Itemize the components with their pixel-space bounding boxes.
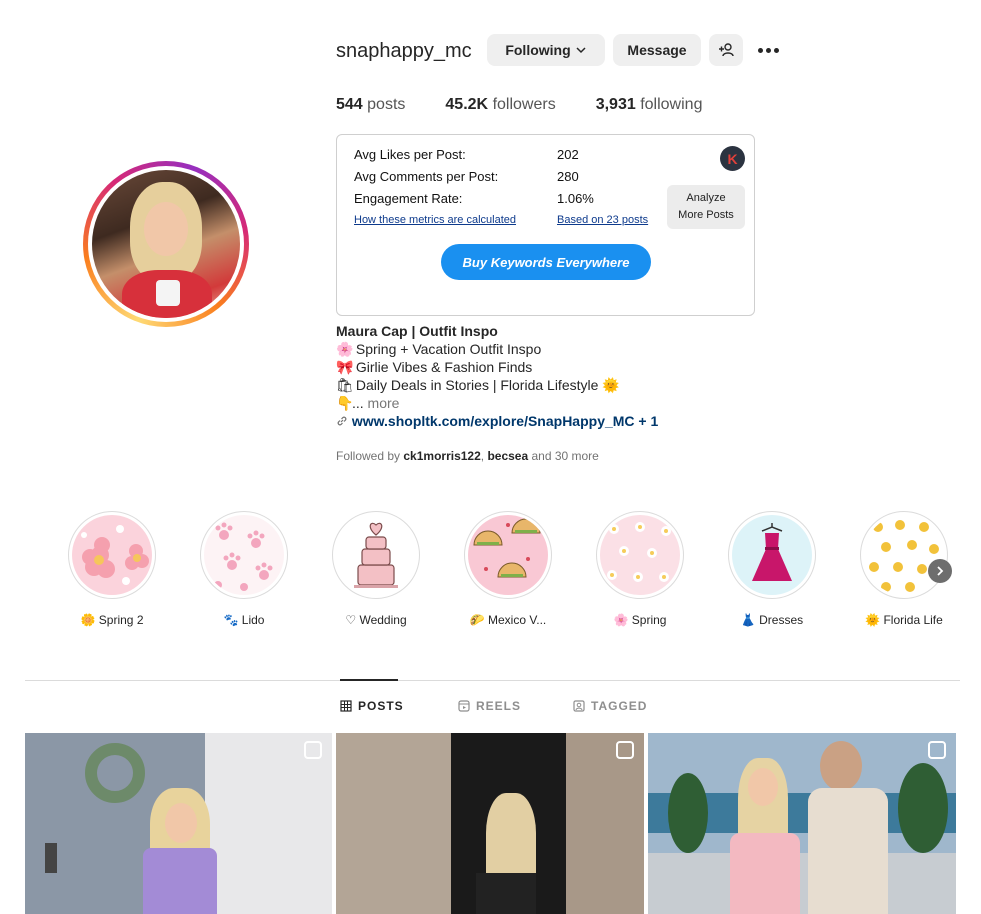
highlight-cover xyxy=(336,515,416,595)
blossom-icon: 🌸 xyxy=(336,341,354,357)
highlights-next-chevron-icon[interactable] xyxy=(928,559,952,583)
sun-icon: 🌞 xyxy=(602,377,620,393)
followers-stat[interactable]: 45.2K followers xyxy=(445,96,555,114)
post-thumbnail[interactable] xyxy=(336,733,644,914)
highlight-mexico[interactable]: 🌮 Mexico V... xyxy=(464,511,552,627)
bio-line-4: 👇... more xyxy=(336,395,400,411)
highlight-label: 🌸 Spring xyxy=(613,613,667,627)
profile-avatar-ring[interactable] xyxy=(83,161,249,327)
following-stat[interactable]: 3,931 following xyxy=(596,96,703,114)
tab-posts[interactable]: POSTS xyxy=(340,699,404,713)
followed-by-text[interactable]: Followed by ck1morris122, becsea and 30 … xyxy=(336,449,599,463)
bio-line-1: 🌸 Spring + Vacation Outfit Inspo xyxy=(336,341,542,357)
avg-comments-value: 280 xyxy=(557,169,579,184)
highlight-lido[interactable]: 🐾 Lido xyxy=(200,511,288,627)
highlight-spring[interactable]: 🌸 Spring xyxy=(596,511,684,627)
highlight-label: 🌞 Florida Life xyxy=(865,613,943,627)
dress-icon: 👗 xyxy=(740,613,756,627)
highlight-label: 🌼 Spring 2 xyxy=(80,613,144,627)
engagement-value: 1.06% xyxy=(557,191,594,206)
add-user-icon xyxy=(719,43,734,57)
avatar-border xyxy=(88,166,244,322)
blossom-icon: 🌸 xyxy=(613,613,629,627)
more-options-icon[interactable] xyxy=(756,38,780,62)
highlight-cover xyxy=(732,515,812,595)
highlight-label: ♡ Wedding xyxy=(345,613,407,627)
posts-stat[interactable]: 544 posts xyxy=(336,96,405,114)
tab-reels[interactable]: REELS xyxy=(458,699,521,713)
link-icon xyxy=(337,416,347,426)
active-tab-indicator xyxy=(340,679,398,681)
message-button[interactable]: Message xyxy=(613,34,701,66)
highlight-wedding[interactable]: ♡ Wedding xyxy=(332,511,420,627)
highlight-spring-2[interactable]: 🌼 Spring 2 xyxy=(68,511,156,627)
avg-likes-value: 202 xyxy=(557,147,579,162)
based-on-posts-link[interactable]: Based on 23 posts xyxy=(557,214,648,226)
analyze-label-line2: More Posts xyxy=(678,209,734,221)
shopping-bags-icon: 🛍 xyxy=(336,377,354,393)
add-user-button[interactable] xyxy=(709,34,743,66)
highlight-cover xyxy=(468,515,548,595)
highlight-label: 👗 Dresses xyxy=(740,613,804,627)
reels-icon xyxy=(458,700,470,712)
taco-icon: 🌮 xyxy=(469,613,485,627)
avg-comments-label: Avg Comments per Post: xyxy=(354,169,499,184)
engagement-label: Engagement Rate: xyxy=(354,191,463,206)
reel-icon xyxy=(928,741,946,759)
highlight-cover xyxy=(864,515,944,595)
bio-external-link[interactable]: www.shopltk.com/explore/SnapHappy_MC + 1 xyxy=(352,413,658,429)
bio-link-row[interactable]: www.shopltk.com/explore/SnapHappy_MC + 1 xyxy=(336,412,658,430)
tagged-icon xyxy=(573,700,585,712)
pointing-down-icon: 👇 xyxy=(336,395,354,411)
highlight-cover xyxy=(72,515,152,595)
avg-likes-label: Avg Likes per Post: xyxy=(354,147,466,162)
bio-line-2: 🎀 Girlie Vibes & Fashion Finds xyxy=(336,359,533,375)
bio-more-link[interactable]: more xyxy=(364,395,400,411)
keywords-everywhere-logo-icon: K xyxy=(720,146,745,171)
followed-by-user-1[interactable]: ck1morris122 xyxy=(403,449,480,463)
tabs-divider xyxy=(25,680,960,681)
profile-display-name: Maura Cap | Outfit Inspo xyxy=(336,323,498,339)
post-thumbnail[interactable] xyxy=(25,733,332,914)
profile-username: snaphappy_mc xyxy=(336,40,472,62)
chevron-down-icon xyxy=(576,47,586,54)
bio-line-3: 🛍 Daily Deals in Stories | Florida Lifes… xyxy=(336,377,620,393)
profile-bio: Maura Cap | Outfit Inspo 🌸 Spring + Vaca… xyxy=(336,322,658,430)
highlight-cover xyxy=(204,515,284,595)
highlight-label: 🐾 Lido xyxy=(223,613,265,627)
highlight-dresses[interactable]: 👗 Dresses xyxy=(728,511,816,627)
following-button[interactable]: Following xyxy=(487,34,605,66)
analyze-more-posts-button[interactable]: Analyze More Posts xyxy=(667,185,745,229)
reel-icon xyxy=(304,741,322,759)
tab-tagged[interactable]: TAGGED xyxy=(573,699,647,713)
keywords-everywhere-metrics: Avg Likes per Post: 202 Avg Comments per… xyxy=(336,134,755,316)
heart-icon: ♡ xyxy=(345,613,357,627)
metrics-how-link[interactable]: How these metrics are calculated xyxy=(354,214,516,226)
analyze-label-line1: Analyze xyxy=(686,192,726,204)
highlight-label: 🌮 Mexico V... xyxy=(469,613,547,627)
grid-icon xyxy=(340,700,352,712)
ribbon-icon: 🎀 xyxy=(336,359,354,375)
post-thumbnail[interactable] xyxy=(648,733,956,914)
followed-by-user-2[interactable]: becsea xyxy=(487,449,528,463)
highlight-cover xyxy=(600,515,680,595)
profile-stats: 544 posts 45.2K followers 3,931 followin… xyxy=(336,96,702,114)
following-button-label: Following xyxy=(505,42,571,58)
carousel-icon xyxy=(616,741,634,759)
buy-keywords-button[interactable]: Buy Keywords Everywhere xyxy=(441,244,651,280)
sun-icon: 🌞 xyxy=(865,613,881,627)
avatar xyxy=(92,170,240,318)
